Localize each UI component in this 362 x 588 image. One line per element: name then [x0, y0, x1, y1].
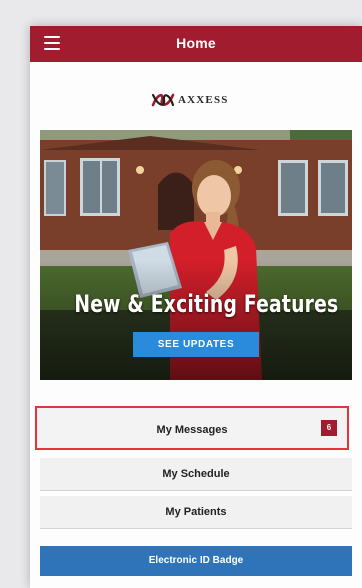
axxess-logo-mark-icon: [151, 93, 175, 107]
page-title: Home: [176, 35, 216, 51]
my-patients-button[interactable]: My Patients: [40, 496, 352, 529]
axxess-logo: AXXESS: [150, 86, 229, 114]
electronic-id-badge-button[interactable]: Electronic ID Badge: [40, 546, 352, 576]
banner-headline: New & Exciting Features: [74, 290, 339, 318]
features-banner[interactable]: New & Exciting Features SEE UPDATES: [40, 130, 352, 380]
logo-text: AXXESS: [178, 94, 229, 106]
app-window: Home AXXESS New & Exciting Features SEE …: [30, 26, 362, 588]
my-schedule-button[interactable]: My Schedule: [40, 458, 352, 491]
see-updates-button[interactable]: SEE UPDATES: [133, 332, 259, 357]
my-messages-label: My Messages: [156, 424, 228, 436]
my-messages-button[interactable]: My Messages 6: [35, 406, 349, 450]
app-header: Home: [30, 26, 362, 62]
messages-count-badge: 6: [321, 420, 337, 436]
